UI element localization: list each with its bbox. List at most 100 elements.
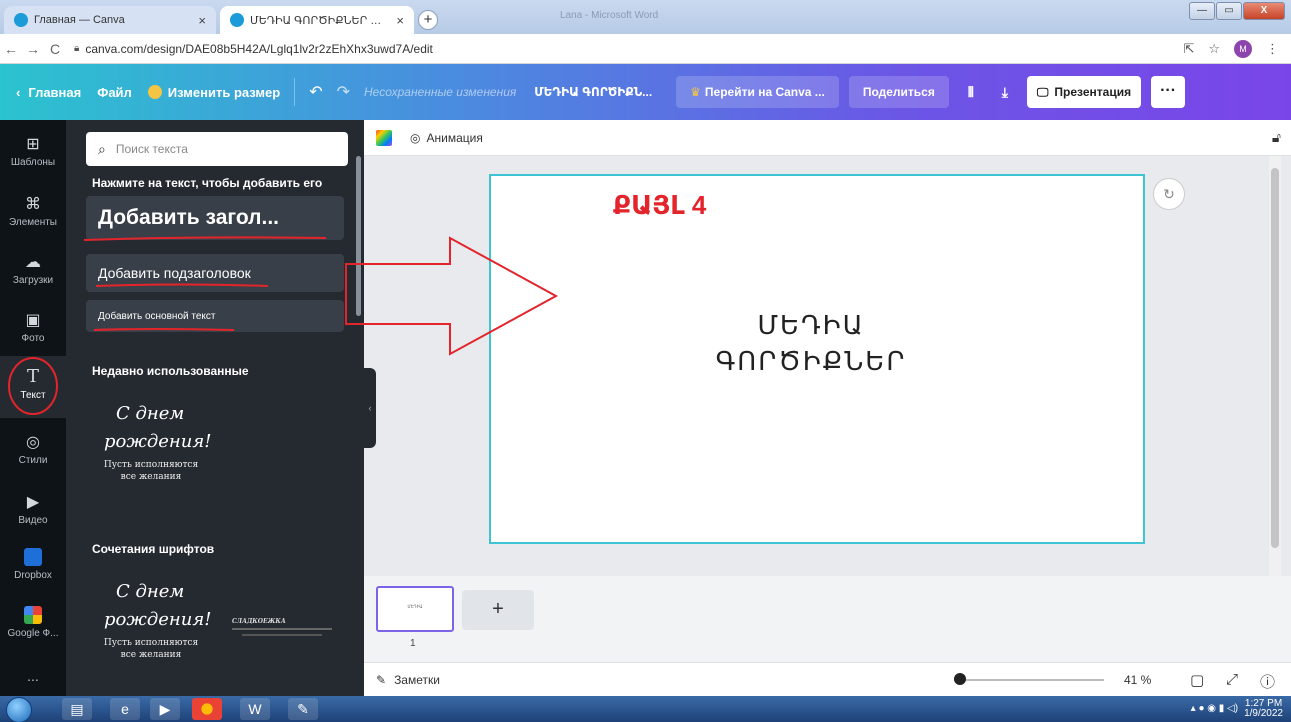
notes-button[interactable]: ✎ Заметки [376,673,440,687]
undo-icon[interactable]: ↶ [309,82,322,102]
canvas-toolbar: ◎ Анимация 🔓︎ [364,120,1291,156]
redo-icon[interactable]: ↷ [337,82,350,102]
zoom-value[interactable]: 41 % [1124,673,1151,687]
slide-main-line: ԳՈՐԾԻՔՆԵՐ [715,347,907,377]
more-options-button[interactable]: ··· [1151,76,1186,108]
search-icon: ⌕ [98,140,106,157]
rail-item-uploads[interactable]: ☁ Загрузки [0,252,66,286]
lock-icon[interactable]: 🔓︎ [1272,129,1281,146]
chrome-icon[interactable] [192,698,222,720]
explorer-icon[interactable]: ▤ [62,698,92,720]
close-tab-icon[interactable]: × [198,13,206,28]
rail-item-text[interactable]: T Текст [0,356,66,418]
search-text-input[interactable]: ⌕ Поиск текста [86,132,348,166]
add-subheading-button[interactable]: Добавить подзаголовок [86,254,344,292]
card-sub-line: все желания [120,472,182,482]
add-body-text-button[interactable]: Добавить основной текст [86,300,344,332]
click-hint: Нажмите на текст, чтобы добавить его [92,176,323,190]
media-player-icon[interactable]: ▶ [150,698,180,720]
regenerate-icon[interactable]: ↻ [1153,178,1185,210]
panel-scrollbar[interactable] [356,156,361,316]
rail-item-elements[interactable]: ⌘ Элементы [0,194,66,228]
page-thumbnail[interactable]: ՄԵԴԻԱ [376,586,454,632]
rail-label: Элементы [9,217,57,228]
address-bar: ← → C 🔒︎ canva.com/design/DAE08b5H42A/Lg… [0,34,1291,64]
maximize-button[interactable]: ▭ [1216,2,1242,20]
notes-icon: ✎ [376,672,387,687]
slide-heading[interactable]: ՔԱՅԼ 4 [613,190,706,221]
card-sub-line: Пусть исполняются [103,460,199,470]
rail-item-video[interactable]: ▶ Видео [0,492,66,526]
paint-icon[interactable]: ✎ [288,698,318,720]
close-tab-icon[interactable]: × [396,13,404,28]
slide-main-text[interactable]: ՄԵԴԻԱ ԳՈՐԾԻՔՆԵՐ [491,308,1131,380]
rail-more[interactable]: ... [0,668,66,684]
animation-button[interactable]: ◎ Анимация [410,131,483,145]
present-label: Презентация [1054,85,1132,99]
bar-chart-icon[interactable]: ⫴ [959,84,983,101]
page-number: 1 [410,638,416,649]
page-view-icon[interactable]: ▢ [1190,671,1204,689]
download-icon[interactable]: ⤓ [993,84,1017,101]
share-button[interactable]: Поделиться [848,76,949,108]
canvas-scrollbar[interactable] [1269,156,1281,576]
collapse-panel-handle[interactable]: ‹ [364,368,376,448]
lock-icon: 🔒︎ [74,43,80,54]
home-label: Главная [28,84,82,100]
add-page-button[interactable]: + [462,590,534,630]
notes-label: Заметки [394,672,440,687]
color-picker-icon[interactable] [376,129,392,146]
slide[interactable]: ՔԱՅԼ 4 ՄԵԴԻԱ ԳՈՐԾԻՔՆԵՐ [489,174,1145,544]
word-icon[interactable]: W [240,698,270,720]
windows-taskbar: ▤ e ▶ W ✎ ▴ ● ◉ ▮ ◁) 1:27 PM 1/9/2022 [0,696,1291,722]
minimize-button[interactable]: — [1189,2,1215,20]
clock[interactable]: 1:27 PM 1/9/2022 [1244,699,1283,719]
go-pro-label: Перейти на Canva ... [704,85,825,99]
help-icon[interactable]: ⓘ [1260,671,1275,692]
elements-icon: ⌘ [25,196,41,213]
browser-tab-home[interactable]: Главная — Canva × [4,6,216,34]
unsaved-status: Несохраненные изменения [364,85,517,99]
forward-arrow-icon[interactable]: → [22,41,44,57]
close-window-button[interactable]: X [1243,2,1285,20]
rail-item-dropbox[interactable]: Dropbox [0,548,66,581]
rail-item-photos[interactable]: ▣ Фото [0,310,66,344]
rail-item-styles[interactable]: ◎ Стили [0,432,66,466]
zoom-slider-knob[interactable] [954,673,966,685]
zoom-slider[interactable] [954,679,1104,681]
share-icon[interactable]: ⇱ [1183,41,1194,57]
file-menu[interactable]: Файл [97,85,132,100]
screen: Главная — Canva × ՄԵԴԻԱ ԳՈՐԾԻՔՆԵՐ — През… [0,0,1291,722]
browser-menu-icon[interactable]: ⋮ [1266,41,1279,57]
rail-item-google-photos[interactable]: Google Ф... [0,606,66,639]
design-title[interactable]: ՄԵԴԻԱ ԳՈՐԾԻՔՆ... [534,85,652,99]
url-field[interactable]: canva.com/design/DAE08b5H42A/Lglq1lv2r2z… [85,42,1183,56]
start-button[interactable] [6,697,32,722]
add-heading-button[interactable]: Добавить загол... [86,196,344,240]
address-bar-actions: ⇱ ☆ M ⋮ [1183,39,1279,58]
scroll-thumb[interactable] [1271,168,1279,548]
card-small-title: СЛАДКОЕЖКА [232,618,286,625]
browser-tab-design[interactable]: ՄԵԴԻԱ ԳՈՐԾԻՔՆԵՐ — Презе × [220,6,414,34]
canva-top-bar: ‹ Главная Файл Изменить размер ↶ ↷ Несох… [0,64,1291,120]
reload-icon[interactable]: C [44,41,66,57]
rail-label: Загрузки [12,275,54,286]
profile-avatar[interactable]: M [1234,39,1252,58]
templates-icon: ⊞ [26,136,40,153]
rail-label: Шаблоны [10,157,56,168]
bookmark-star-icon[interactable]: ☆ [1208,41,1220,57]
tray-icons[interactable]: ▴ ● ◉ ▮ ◁) [1191,704,1238,714]
animation-icon: ◎ [410,130,421,145]
home-button[interactable]: ‹ Главная [16,85,81,100]
rail-label: Видео [18,515,48,526]
fullscreen-icon[interactable]: ⤢ [1226,671,1238,688]
card-sub-line: все желания [120,650,182,660]
new-tab-button[interactable]: + [418,10,438,30]
ie-icon[interactable]: e [110,698,140,720]
go-pro-button[interactable]: ♛ Перейти на Canva ... [676,76,839,108]
present-button[interactable]: 🖵︎ Презентация [1026,76,1142,108]
tab-title: ՄԵԴԻԱ ԳՈՐԾԻՔՆԵՐ — Презе [250,14,390,27]
back-arrow-icon[interactable]: ← [0,41,22,57]
resize-button[interactable]: Изменить размер [147,84,280,100]
rail-item-templates[interactable]: ⊞ Шаблоны [0,134,66,168]
